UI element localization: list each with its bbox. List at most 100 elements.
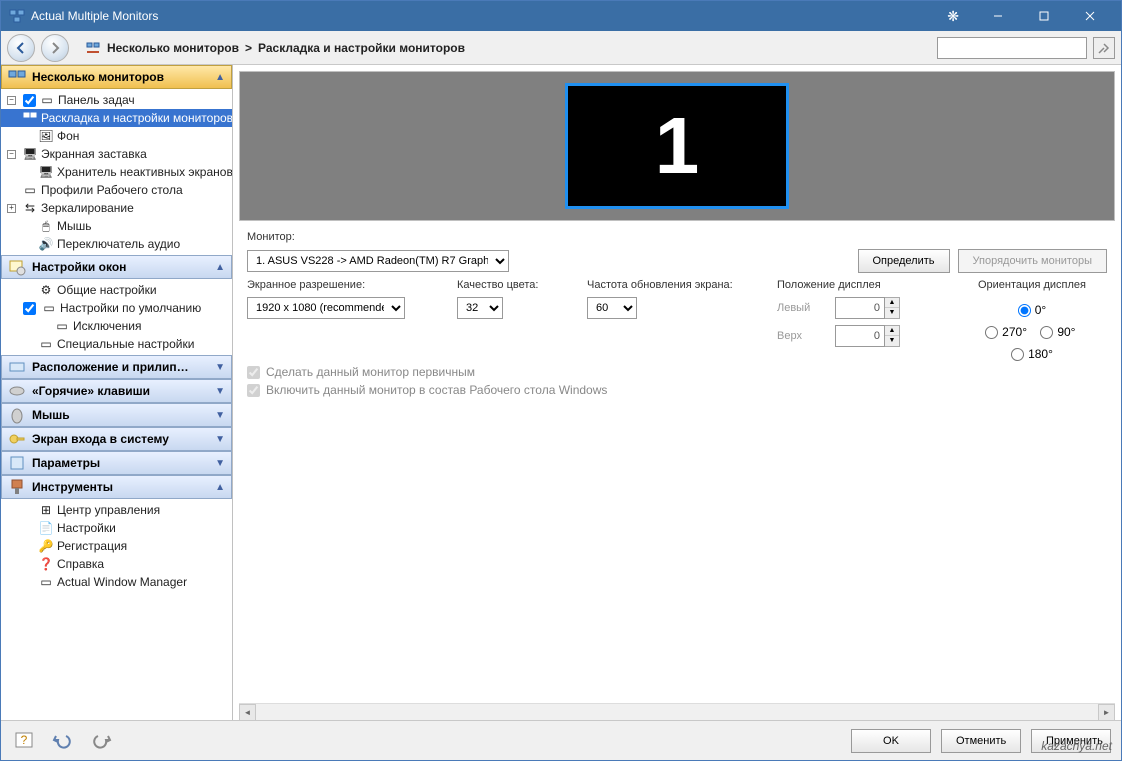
tree-item-special[interactable]: ▭Специальные настройки <box>1 335 232 353</box>
scroll-left-button[interactable]: ◄ <box>239 704 256 721</box>
monitors-icon <box>8 68 26 86</box>
taskbar-check[interactable] <box>23 94 36 107</box>
tree-item-idle-saver[interactable]: 🖥Хранитель неактивных экранов <box>1 163 232 181</box>
sidebar-header-label: Несколько мониторов <box>32 70 164 84</box>
sidebar-header-logon[interactable]: Экран входа в систему▼ <box>1 427 232 451</box>
orient-180[interactable]: 180° <box>1011 347 1053 361</box>
resolution-label: Экранное разрешение: <box>247 279 457 291</box>
help-wizard-button[interactable]: ? <box>11 727 39 755</box>
pos-top-label: Верх <box>777 330 827 342</box>
window-icon: ▭ <box>42 301 56 315</box>
nav-back-button[interactable] <box>7 34 35 62</box>
tree-item-layout[interactable]: Раскладка и настройки мониторов <box>1 109 232 127</box>
sidebar-header-mouse[interactable]: Мышь▼ <box>1 403 232 427</box>
gear-icon: ⚙ <box>39 283 53 297</box>
tree-item-settings[interactable]: 📄Настройки <box>1 519 232 537</box>
identify-button[interactable]: Определить <box>858 249 950 273</box>
cc-icon: ⊞ <box>39 503 53 517</box>
sidebar-header-window-settings[interactable]: Настройки окон ▲ <box>1 255 232 279</box>
chevron-down-icon: ▼ <box>215 434 225 445</box>
special-icon: ▭ <box>39 337 53 351</box>
breadcrumb-sep: > <box>245 41 252 55</box>
sidebar-header-options[interactable]: Параметры▼ <box>1 451 232 475</box>
tools-icon <box>8 478 26 496</box>
sidebar-header-hotkeys[interactable]: «Горячие» клавиши▼ <box>1 379 232 403</box>
breadcrumb-icon <box>85 40 101 56</box>
options-icon <box>8 454 26 472</box>
orient-270[interactable]: 270° <box>985 325 1027 339</box>
resolution-select[interactable]: 1920 x 1080 (recommended) <box>247 297 405 319</box>
profiles-icon: ▭ <box>23 183 37 197</box>
cancel-button[interactable]: Отменить <box>941 729 1021 753</box>
tree-item-audio[interactable]: 🔊Переключатель аудио <box>1 235 232 253</box>
help-icon: ❓ <box>39 557 53 571</box>
undo-button[interactable] <box>49 727 77 755</box>
defaults-check[interactable] <box>23 302 36 315</box>
tree-item-background[interactable]: 🖼Фон <box>1 127 232 145</box>
orient-90[interactable]: 90° <box>1040 325 1075 339</box>
pos-left-spinner[interactable]: ▲▼ <box>835 297 900 319</box>
monitor-1[interactable]: 1 <box>565 83 789 209</box>
monitor-label: Монитор: <box>247 231 295 243</box>
tree-item-control-center[interactable]: ⊞Центр управления <box>1 501 232 519</box>
audio-icon: 🔊 <box>39 237 53 251</box>
tree-item-mirroring[interactable]: +⇆Зеркалирование <box>1 199 232 217</box>
tree-item-registration[interactable]: 🔑Регистрация <box>1 537 232 555</box>
apply-button[interactable]: Применить <box>1031 729 1111 753</box>
sidebar-header-tools[interactable]: Инструменты▲ <box>1 475 232 499</box>
close-button[interactable] <box>1067 1 1113 31</box>
nav-forward-button[interactable] <box>41 34 69 62</box>
breadcrumb-part2: Раскладка и настройки мониторов <box>258 41 465 55</box>
monitor-preview[interactable]: 1 <box>239 71 1115 221</box>
tree-item-general[interactable]: ⚙Общие настройки <box>1 281 232 299</box>
orient-0[interactable]: 0° <box>1018 303 1046 317</box>
reg-icon: 🔑 <box>39 539 53 553</box>
idle-icon: 🖥 <box>39 165 53 179</box>
search-button[interactable] <box>1093 37 1115 59</box>
window-settings-icon <box>8 258 26 276</box>
minimize-button[interactable] <box>975 1 1021 31</box>
scroll-right-button[interactable]: ► <box>1098 704 1115 721</box>
layout-icon <box>23 111 37 125</box>
horizontal-scrollbar[interactable]: ◄ ► <box>239 703 1115 720</box>
breadcrumb-part1[interactable]: Несколько мониторов <box>107 41 239 55</box>
tree-item-mouse[interactable]: 🖱Мышь <box>1 217 232 235</box>
monitor-select[interactable]: 1. ASUS VS228 -> AMD Radeon(TM) R7 Graph… <box>247 250 509 272</box>
search-input[interactable] <box>937 37 1087 59</box>
mirror-icon: ⇆ <box>23 201 37 215</box>
tree-item-help[interactable]: ❓Справка <box>1 555 232 573</box>
chevron-up-icon: ▲ <box>215 72 225 83</box>
ok-button[interactable]: OK <box>851 729 931 753</box>
svg-text:?: ? <box>21 733 28 747</box>
position-label: Положение дисплея <box>777 279 957 291</box>
sidebar-header-monitors[interactable]: Несколько мониторов ▲ <box>1 65 232 89</box>
tree-item-awm[interactable]: ▭Actual Window Manager <box>1 573 232 591</box>
sidebar-header-snap[interactable]: Расположение и прилип…▼ <box>1 355 232 379</box>
tree-item-screensaver[interactable]: −🖥Экранная заставка <box>1 145 232 163</box>
monitor-number: 1 <box>655 100 700 192</box>
tree-item-profiles[interactable]: ▭Профили Рабочего стола <box>1 181 232 199</box>
tree-item-exclusions[interactable]: ▭Исключения <box>1 317 232 335</box>
pos-top-spinner[interactable]: ▲▼ <box>835 325 900 347</box>
settings-icon: 📄 <box>39 521 53 535</box>
chevron-down-icon: ▼ <box>215 362 225 373</box>
chevron-down-icon: ▼ <box>215 386 225 397</box>
app-icon <box>9 8 25 24</box>
chevron-up-icon: ▲ <box>215 262 225 273</box>
tree-item-defaults[interactable]: ▭Настройки по умолчанию <box>1 299 232 317</box>
tree-item-taskbar[interactable]: −▭Панель задач <box>1 91 232 109</box>
refresh-select[interactable]: 60 <box>587 297 637 319</box>
color-select[interactable]: 32 <box>457 297 503 319</box>
star-icon[interactable]: ❋ <box>947 8 959 25</box>
screensaver-icon: 🖥 <box>23 147 37 161</box>
awm-icon: ▭ <box>39 575 53 589</box>
exclude-icon: ▭ <box>55 319 69 333</box>
content: 1 Монитор: 1. ASUS VS228 -> AMD Radeon(T… <box>233 65 1121 720</box>
redo-button[interactable] <box>87 727 115 755</box>
key-icon <box>8 430 26 448</box>
bottom-bar: ? OK Отменить Применить <box>1 720 1121 760</box>
maximize-button[interactable] <box>1021 1 1067 31</box>
chk-include: Включить данный монитор в состав Рабочег… <box>247 383 1107 397</box>
snap-icon <box>8 358 26 376</box>
color-label: Качество цвета: <box>457 279 587 291</box>
